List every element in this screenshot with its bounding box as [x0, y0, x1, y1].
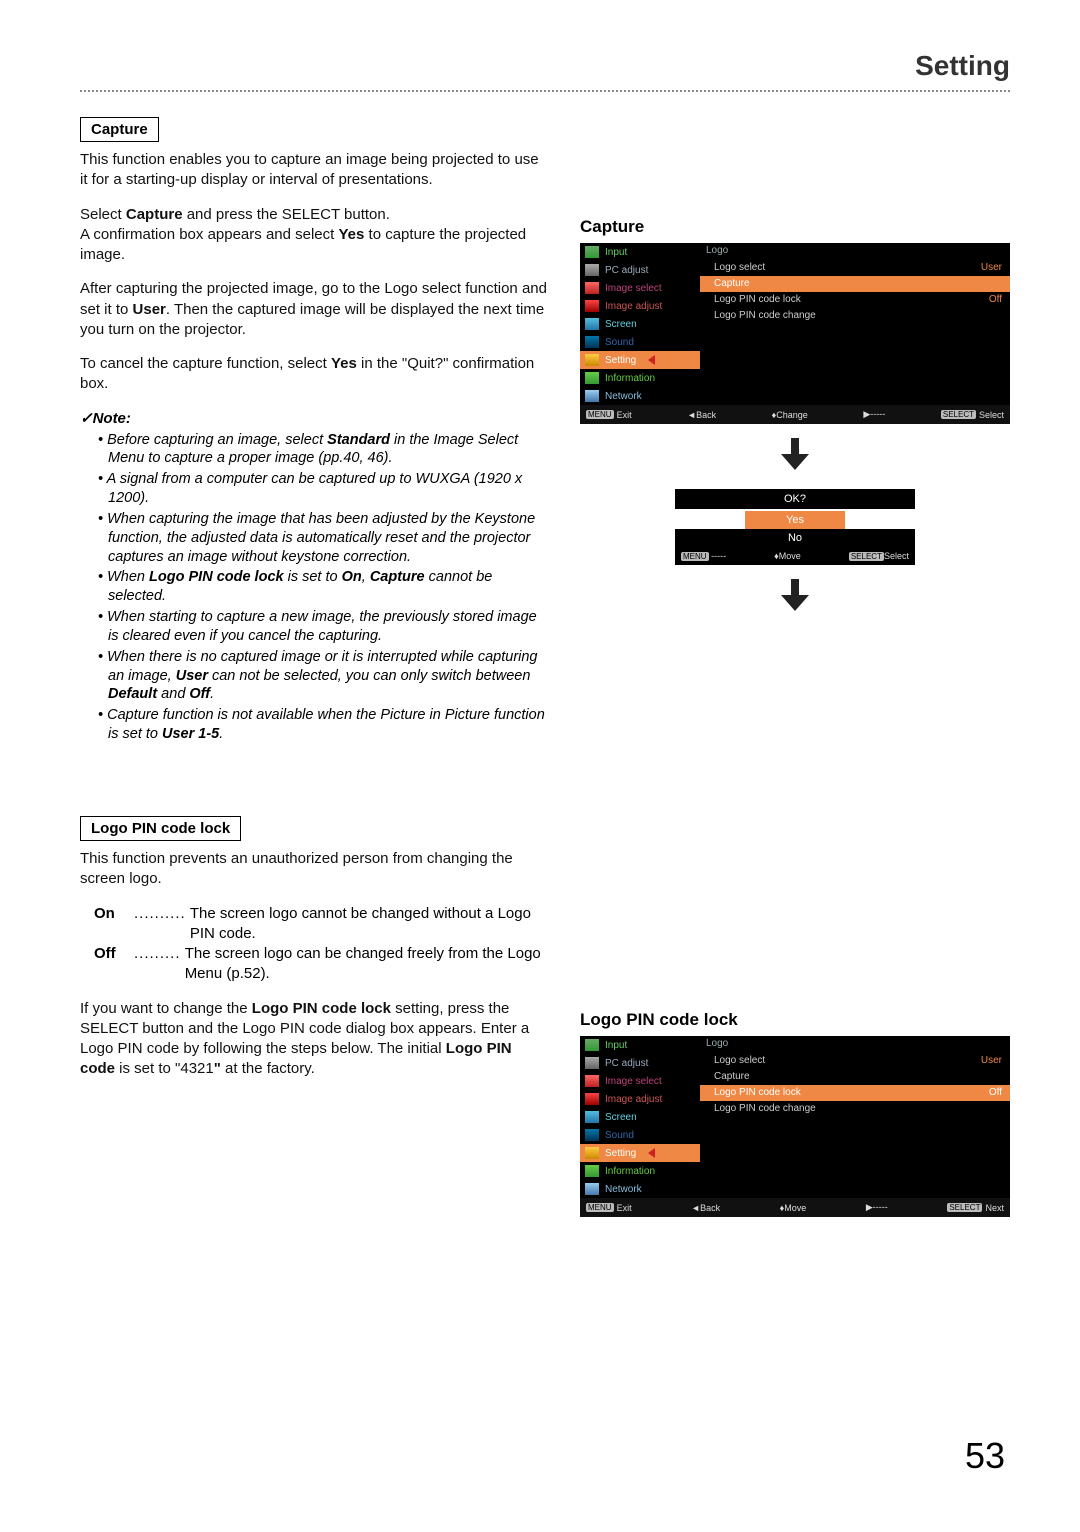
note-heading: ✓Note:	[80, 409, 550, 427]
confirm-no-button[interactable]: No	[675, 529, 915, 547]
osd-sidebar: Input PC adjust Image select Image adjus…	[580, 243, 700, 405]
left-arrow-icon	[648, 1148, 655, 1158]
note-list: Before capturing an image, select Standa…	[80, 431, 550, 745]
capture-desc-3: After capturing the projected image, go …	[80, 279, 550, 340]
capture-section-label: Capture	[80, 117, 159, 142]
osd-pin-menu: Input PC adjust Image select Image adjus…	[580, 1036, 1010, 1217]
confirm-ok-label: OK?	[675, 489, 915, 509]
pin-desc-2: If you want to change the Logo PIN code …	[80, 999, 550, 1080]
capture-desc-2: Select Capture and press the SELECT butt…	[80, 205, 550, 266]
page-header-title: Setting	[80, 50, 1010, 82]
pin-definitions: On.......... The screen logo cannot be c…	[94, 904, 550, 985]
pin-section-label: Logo PIN code lock	[80, 816, 241, 841]
osd-right-panel: Logo Logo selectUser Capture Logo PIN co…	[700, 1036, 1010, 1198]
osd-right-panel: Logo Logo selectUser Capture Logo PIN co…	[700, 243, 1010, 405]
right-pin-heading: Logo PIN code lock	[580, 1010, 1010, 1030]
down-arrow-icon	[580, 434, 1010, 479]
capture-desc-4: To cancel the capture function, select Y…	[80, 354, 550, 395]
capture-desc-1: This function enables you to capture an …	[80, 150, 550, 191]
header-separator	[80, 90, 1010, 92]
osd-sidebar: Input PC adjust Image select Image adjus…	[580, 1036, 700, 1198]
osd-footer: MENUExit ◄Back ♦Move ▶----- SELECTNext	[580, 1198, 1010, 1217]
osd-footer: MENUExit ◄Back ♦Change ▶----- SELECTSele…	[580, 405, 1010, 424]
right-capture-heading: Capture	[580, 217, 1010, 237]
osd-capture-menu: Input PC adjust Image select Image adjus…	[580, 243, 1010, 424]
down-arrow-icon	[580, 575, 1010, 620]
left-arrow-icon	[648, 355, 655, 365]
pin-desc-1: This function prevents an unauthorized p…	[80, 849, 550, 890]
confirm-dialog: OK? Yes No MENU ----- ♦Move SELECTSelect	[675, 489, 915, 565]
page-number: 53	[965, 1435, 1005, 1477]
confirm-yes-button[interactable]: Yes	[745, 511, 845, 529]
